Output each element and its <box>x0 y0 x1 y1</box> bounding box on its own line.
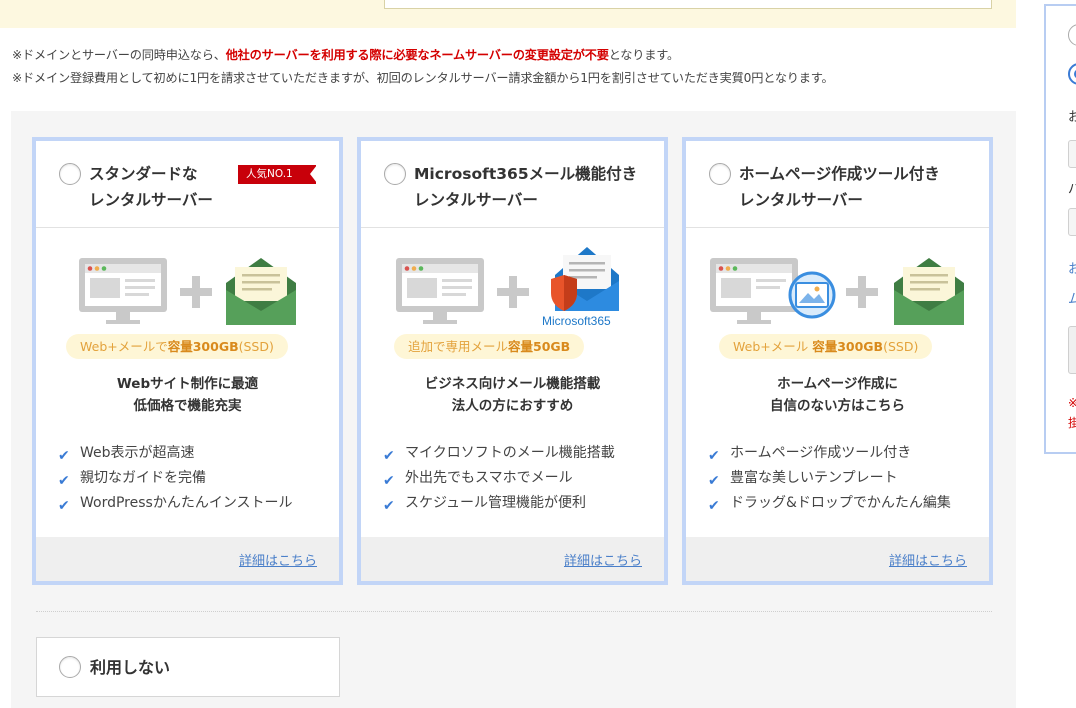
feature-item: ✔ 豊富な美しいテンプレート <box>708 466 951 491</box>
plan-card-standard[interactable]: スタンダードな レンタルサーバー 人気NO.1 Web+メールで容量300GB(… <box>32 137 343 585</box>
capacity-pill: 追加で専用メール容量50GB <box>394 334 585 359</box>
side-input-1[interactable] <box>1068 140 1076 168</box>
side-note-2: 掛 <box>1068 416 1076 430</box>
web-plus-mail-illustration <box>79 258 296 325</box>
side-button[interactable] <box>1068 326 1076 374</box>
top-input-box-edge <box>384 0 992 9</box>
side-link-1[interactable]: お <box>1068 258 1076 277</box>
feature-list: ✔ Web表示が超高速 ✔ 親切なガイドを完備 ✔ WordPressかんたんインスト… <box>58 441 293 516</box>
no-use-radio[interactable] <box>59 656 81 678</box>
side-link-2[interactable]: ム <box>1068 288 1076 307</box>
note-highlight: 他社のサーバーを利用する際に必要なネームサーバーの変更設定が不要 <box>225 48 609 62</box>
plan-card-header[interactable]: スタンダードな レンタルサーバー 人気NO.1 <box>36 141 339 228</box>
plan-title: ホームページ作成ツール付き レンタルサーバー <box>739 165 940 209</box>
plan-radio-standard[interactable] <box>59 163 81 185</box>
plan-card-microsoft365[interactable]: Microsoft365メール機能付き レンタルサーバー Microsoft36… <box>357 137 668 585</box>
plan-description: ビジネス向けメール機能搭載 法人の方におすすめ <box>424 376 601 414</box>
feature-item: ✔ ホームページ作成ツール付き <box>708 441 951 466</box>
site-builder-badge-icon <box>788 271 836 319</box>
no-use-label: 利用しない <box>90 658 171 677</box>
microsoft365-logo-text: Microsoft365 <box>542 314 611 328</box>
plan-description: Webサイト制作に最適 低価格で機能充実 <box>116 376 259 414</box>
popular-badge: 人気NO.1 <box>238 165 317 184</box>
no-use-option[interactable]: 利用しない <box>36 637 340 697</box>
capacity-pill: Web+メール 容量300GB(SSD) <box>719 334 933 359</box>
plan-card-header[interactable]: Microsoft365メール機能付き レンタルサーバー <box>361 141 664 228</box>
plan-radio-homepage-builder[interactable] <box>709 163 731 185</box>
monitor-icon <box>710 258 798 324</box>
feature-item: ✔ マイクロソフトのメール機能搭載 <box>383 441 615 466</box>
mail-envelope-icon <box>226 258 296 325</box>
plan-card-footer: 詳細はこちら <box>686 537 989 581</box>
check-icon: ✔ <box>58 498 70 514</box>
note-line-1: ※ドメインとサーバーの同時申込なら、他社のサーバーを利用する際に必要なネームサー… <box>12 48 680 62</box>
side-radio-2-selected[interactable] <box>1068 63 1076 85</box>
microsoft365-mail-icon <box>551 247 619 311</box>
monitor-icon <box>396 258 484 324</box>
feature-item: ✔ Web表示が超高速 <box>58 441 293 466</box>
plan-title: スタンダードな レンタルサーバー <box>89 165 213 209</box>
feature-item: ✔ ドラッグ&ドロップでかんたん編集 <box>708 491 951 516</box>
feature-item: ✔ 親切なガイドを完備 <box>58 466 293 491</box>
feature-list: ✔ ホームページ作成ツール付き ✔ 豊富な美しいテンプレート ✔ ドラッグ&ドロップで… <box>708 441 951 516</box>
monitor-icon <box>79 258 167 324</box>
side-note-1: ※ <box>1068 396 1076 410</box>
web-plus-microsoft365-illustration: Microsoft365 <box>396 247 619 328</box>
plus-icon <box>180 276 212 308</box>
side-panel: お パ お ム ※ 掛 <box>1044 4 1076 454</box>
plan-radio-microsoft365[interactable] <box>384 163 406 185</box>
detail-link[interactable]: 詳細はこちら <box>889 550 967 569</box>
side-radio-1[interactable] <box>1068 24 1076 46</box>
detail-link[interactable]: 詳細はこちら <box>239 550 317 569</box>
check-icon: ✔ <box>708 498 720 514</box>
feature-item: ✔ スケジュール管理機能が便利 <box>383 491 615 516</box>
plus-icon <box>497 276 529 308</box>
detail-link[interactable]: 詳細はこちら <box>564 550 642 569</box>
web-builder-plus-mail-illustration <box>710 258 964 325</box>
page: ※ドメインとサーバーの同時申込なら、他社のサーバーを利用する際に必要なネームサー… <box>0 0 1076 708</box>
side-input-2[interactable] <box>1068 208 1076 236</box>
mail-envelope-icon <box>894 258 964 325</box>
feature-item: ✔ 外出先でもスマホでメール <box>383 466 615 491</box>
plan-card-footer: 詳細はこちら <box>361 537 664 581</box>
notes: ※ドメインとサーバーの同時申込なら、他社のサーバーを利用する際に必要なネームサー… <box>12 44 834 90</box>
note-line-2: ※ドメイン登録費用として初めに1円を請求させていただきますが、初回のレンタルサー… <box>12 71 834 85</box>
divider <box>36 611 992 612</box>
plus-icon <box>846 276 878 308</box>
plan-description: ホームページ作成に 自信のない方はこちら <box>770 376 905 414</box>
side-label-2: パ <box>1068 182 1076 197</box>
capacity-pill: Web+メールで容量300GB(SSD) <box>66 334 288 359</box>
feature-item: ✔ WordPressかんたんインストール <box>58 491 293 516</box>
plan-card-header[interactable]: ホームページ作成ツール付き レンタルサーバー <box>686 141 989 228</box>
side-label-1: お <box>1068 110 1076 125</box>
plan-title: Microsoft365メール機能付き レンタルサーバー <box>414 165 638 209</box>
feature-list: ✔ マイクロソフトのメール機能搭載 ✔ 外出先でもスマホでメール ✔ スケジュール管理… <box>383 441 615 516</box>
plan-card-footer: 詳細はこちら <box>36 537 339 581</box>
top-yellow-band <box>0 0 1016 28</box>
check-icon: ✔ <box>383 498 395 514</box>
plan-card-homepage-builder[interactable]: ホームページ作成ツール付き レンタルサーバー Web+メール 容量300GB(S… <box>682 137 993 585</box>
